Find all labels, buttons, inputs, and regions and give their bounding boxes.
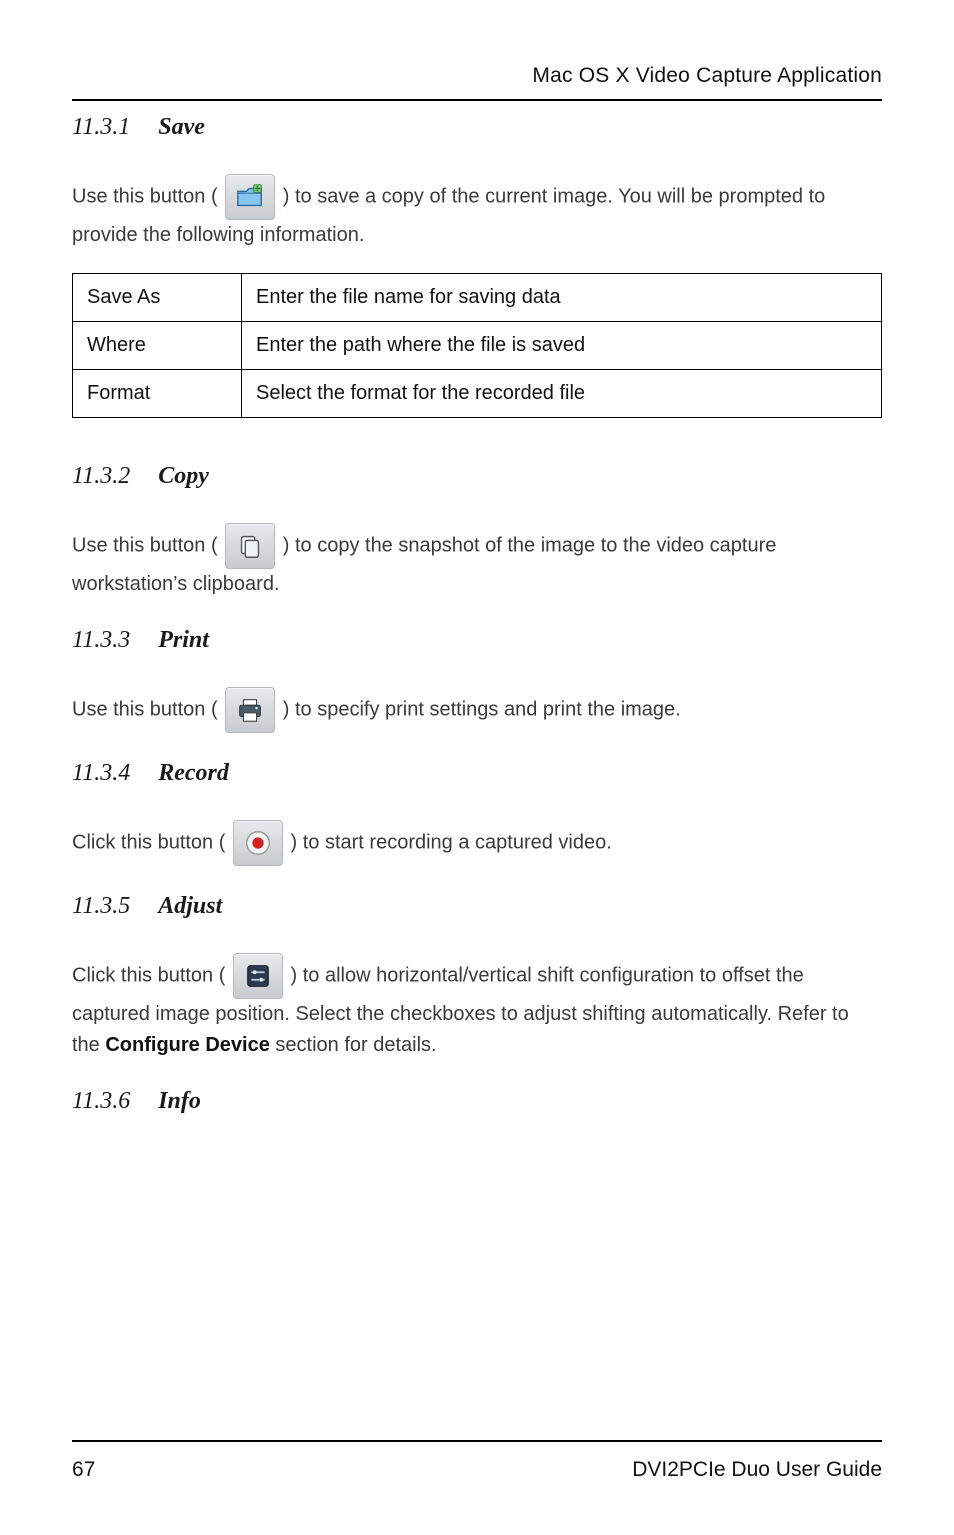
- table-cell-key: Where: [73, 321, 242, 369]
- heading-title: Print: [158, 622, 209, 659]
- heading-record: 11.3.4 Record: [72, 755, 882, 792]
- table-cell-key: Format: [73, 369, 242, 417]
- heading-number: 11.3.4: [72, 755, 130, 792]
- horizontal-rule: [72, 99, 882, 101]
- text: Click this button (: [72, 832, 225, 854]
- heading-save: 11.3.1 Save: [72, 109, 882, 146]
- text: section for details.: [270, 1034, 437, 1056]
- adjust-description: Click this button ( ) to allow horizonta…: [72, 953, 882, 1061]
- heading-title: Info: [158, 1083, 201, 1120]
- save-description: Use this button ( ) to save a copy of th…: [72, 174, 882, 251]
- heading-title: Adjust: [158, 888, 222, 925]
- copy-description: Use this button ( ) to copy the snapshot…: [72, 523, 882, 600]
- table-cell-val: Enter the path where the file is saved: [242, 321, 882, 369]
- heading-title: Save: [158, 109, 205, 146]
- bold-text: Configure Device: [105, 1034, 269, 1056]
- heading-title: Copy: [158, 458, 209, 495]
- page-number: 67: [72, 1454, 95, 1487]
- heading-number: 11.3.1: [72, 109, 130, 146]
- footer-title: DVI2PCIe Duo User Guide: [632, 1454, 882, 1487]
- heading-copy: 11.3.2 Copy: [72, 458, 882, 495]
- heading-number: 11.3.6: [72, 1083, 130, 1120]
- heading-print: 11.3.3 Print: [72, 622, 882, 659]
- table-row: Format Select the format for the recorde…: [73, 369, 882, 417]
- horizontal-rule: [72, 1440, 882, 1442]
- text: Click this button (: [72, 965, 225, 987]
- heading-number: 11.3.5: [72, 888, 130, 925]
- heading-number: 11.3.3: [72, 622, 130, 659]
- text: ) to specify print settings and print th…: [283, 698, 681, 720]
- heading-info: 11.3.6 Info: [72, 1083, 882, 1120]
- record-icon: [233, 820, 283, 866]
- text: Use this button (: [72, 185, 218, 207]
- heading-adjust: 11.3.5 Adjust: [72, 888, 882, 925]
- heading-number: 11.3.2: [72, 458, 130, 495]
- table-cell-key: Save As: [73, 273, 242, 321]
- table-row: Where Enter the path where the file is s…: [73, 321, 882, 369]
- table-cell-val: Select the format for the recorded file: [242, 369, 882, 417]
- page-footer: 67 DVI2PCIe Duo User Guide: [72, 1440, 882, 1487]
- clipboard-icon: [225, 523, 275, 569]
- folder-save-icon: [225, 174, 275, 220]
- heading-title: Record: [158, 755, 229, 792]
- running-head: Mac OS X Video Capture Application: [72, 60, 882, 99]
- record-description: Click this button ( ) to start recording…: [72, 820, 882, 866]
- text: Use this button (: [72, 698, 218, 720]
- print-description: Use this button ( ) to specify print set…: [72, 687, 882, 733]
- page: Mac OS X Video Capture Application 11.3.…: [0, 0, 954, 1535]
- save-options-table: Save As Enter the file name for saving d…: [72, 273, 882, 418]
- sliders-icon: [233, 953, 283, 999]
- table-row: Save As Enter the file name for saving d…: [73, 273, 882, 321]
- text: ) to start recording a captured video.: [291, 832, 612, 854]
- table-cell-val: Enter the file name for saving data: [242, 273, 882, 321]
- text: Use this button (: [72, 534, 218, 556]
- printer-icon: [225, 687, 275, 733]
